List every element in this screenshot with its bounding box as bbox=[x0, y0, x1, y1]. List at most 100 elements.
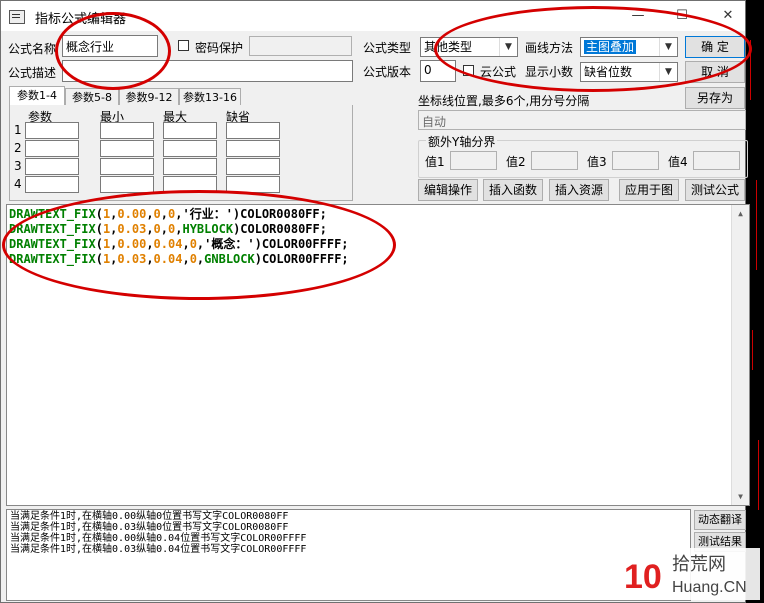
formula-editor-window: 指标公式编辑器 — ☐ ✕ 公式名称 概念行业 密码保护 公式类型 其他类型 ▼… bbox=[0, 0, 750, 603]
code-text-token: ( bbox=[95, 207, 103, 221]
code-function-token: HYBLOCK bbox=[182, 222, 234, 236]
watermark-text-en: Huang.CN bbox=[672, 579, 747, 596]
param-min-cell[interactable] bbox=[100, 176, 154, 193]
draw-method-select[interactable]: 主图叠加 ▼ bbox=[580, 37, 678, 57]
dynamic-translate-button[interactable]: 动态翻译 bbox=[694, 510, 746, 530]
code-text-token: )COLOR00FFFF; bbox=[254, 252, 349, 266]
output-line: 当满足条件1时,在横轴0.00纵轴0位置书写文字COLOR0080FF bbox=[10, 511, 289, 522]
ok-button[interactable]: 确 定 bbox=[685, 36, 745, 58]
chevron-down-icon: ▼ bbox=[499, 38, 517, 56]
formula-type-value: 其他类型 bbox=[424, 40, 473, 54]
apply-to-chart-button[interactable]: 应用于图 bbox=[619, 179, 679, 201]
code-function-token: DRAWTEXT_FIX bbox=[9, 252, 96, 266]
param-row-label: 3 bbox=[14, 159, 22, 173]
chevron-down-icon: ▼ bbox=[659, 63, 677, 81]
code-text-token: ,'概念：')COLOR00FFFF; bbox=[196, 237, 349, 251]
code-line: DRAWTEXT_FIX(1,0.03,0,0,HYBLOCK)COLOR008… bbox=[9, 222, 747, 237]
code-number-token: 0.04 bbox=[153, 252, 183, 266]
param-max-cell[interactable] bbox=[163, 140, 217, 157]
translation-output: 当满足条件1时,在横轴0.00纵轴0位置书写文字COLOR0080FF 当满足条… bbox=[6, 509, 691, 601]
param-row-label: 2 bbox=[14, 141, 22, 155]
code-text-token: , bbox=[182, 237, 190, 251]
draw-method-value: 主图叠加 bbox=[584, 40, 637, 54]
code-text-token: , bbox=[146, 207, 154, 221]
scroll-down-icon[interactable]: ▼ bbox=[732, 488, 749, 505]
y-value-1-input[interactable] bbox=[450, 151, 497, 170]
formula-type-select[interactable]: 其他类型 ▼ bbox=[420, 37, 518, 57]
code-number-token: 0.04 bbox=[153, 237, 183, 251]
app-icon bbox=[9, 10, 25, 24]
tab-params-5-8[interactable]: 参数5-8 bbox=[65, 88, 119, 106]
param-default-cell[interactable] bbox=[226, 176, 280, 193]
code-text-token: ( bbox=[95, 237, 103, 251]
window-title: 指标公式编辑器 bbox=[35, 12, 127, 27]
chevron-down-icon: ▼ bbox=[659, 38, 677, 56]
param-row-label: 1 bbox=[14, 123, 22, 137]
formula-version-label: 公式版本 bbox=[363, 65, 412, 79]
output-line: 当满足条件1时,在横轴0.03纵轴0.04位置书写文字COLOR00FFFF bbox=[10, 544, 307, 555]
param-name-cell[interactable] bbox=[25, 122, 79, 139]
param-name-cell[interactable] bbox=[25, 158, 79, 175]
param-name-cell[interactable] bbox=[25, 140, 79, 157]
decimal-select[interactable]: 缺省位数 ▼ bbox=[580, 62, 678, 82]
code-function-token: GNBLOCK bbox=[204, 252, 255, 266]
insert-function-button[interactable]: 插入函数 bbox=[483, 179, 543, 201]
cloud-formula-checkbox[interactable] bbox=[463, 65, 474, 76]
code-number-token: 0.03 bbox=[117, 222, 147, 236]
tab-params-9-12[interactable]: 参数9-12 bbox=[119, 88, 179, 106]
param-default-cell[interactable] bbox=[226, 140, 280, 157]
param-name-cell[interactable] bbox=[25, 176, 79, 193]
insert-resource-button[interactable]: 插入资源 bbox=[549, 179, 609, 201]
param-min-cell[interactable] bbox=[100, 140, 154, 157]
code-number-token: 0 bbox=[189, 252, 197, 266]
code-line: DRAWTEXT_FIX(1,0.03,0.04,0,GNBLOCK)COLOR… bbox=[9, 252, 747, 267]
test-formula-button[interactable]: 测试公式 bbox=[685, 179, 745, 201]
param-max-cell[interactable] bbox=[163, 176, 217, 193]
code-editor[interactable]: DRAWTEXT_FIX(1,0.00,0,0,'行业：')COLOR0080F… bbox=[6, 204, 750, 506]
maximize-button[interactable]: ☐ bbox=[667, 4, 697, 28]
close-button[interactable]: ✕ bbox=[713, 4, 743, 28]
y-value-3-label: 值3 bbox=[587, 155, 607, 169]
code-number-token: 0.00 bbox=[117, 237, 147, 251]
param-min-cell[interactable] bbox=[100, 122, 154, 139]
tab-params-13-16[interactable]: 参数13-16 bbox=[179, 88, 241, 106]
formula-name-input[interactable]: 概念行业 bbox=[62, 35, 158, 57]
watermark-number: 10 bbox=[624, 558, 662, 596]
code-function-token: DRAWTEXT_FIX bbox=[9, 222, 96, 236]
minimize-button[interactable]: — bbox=[623, 4, 653, 28]
tab-params-1-4[interactable]: 参数1-4 bbox=[9, 86, 65, 106]
param-min-cell[interactable] bbox=[100, 158, 154, 175]
code-lines: DRAWTEXT_FIX(1,0.00,0,0,'行业：')COLOR0080F… bbox=[9, 207, 747, 267]
params-panel: 参数 最小 最大 缺省 1 2 3 4 bbox=[9, 105, 353, 201]
y-value-2-input[interactable] bbox=[531, 151, 578, 170]
code-line: DRAWTEXT_FIX(1,0.00,0,0,'行业：')COLOR0080F… bbox=[9, 207, 747, 222]
password-label: 密码保护 bbox=[195, 41, 244, 55]
edit-operation-button[interactable]: 编辑操作 bbox=[418, 179, 478, 201]
param-default-cell[interactable] bbox=[226, 122, 280, 139]
formula-desc-label: 公式描述 bbox=[8, 66, 57, 80]
y-value-1-label: 值1 bbox=[425, 155, 445, 169]
code-scrollbar[interactable]: ▲ ▼ bbox=[731, 205, 749, 505]
param-default-cell[interactable] bbox=[226, 158, 280, 175]
draw-method-label: 画线方法 bbox=[525, 41, 574, 55]
watermark-logo: 10 拾荒网 Huang.CN bbox=[620, 548, 760, 600]
formula-version-input[interactable]: 0 bbox=[420, 60, 456, 82]
title-bar: 指标公式编辑器 — ☐ ✕ bbox=[1, 1, 745, 31]
code-number-token: 0.03 bbox=[117, 252, 147, 266]
y-value-4-input[interactable] bbox=[693, 151, 740, 170]
save-as-button[interactable]: 另存为 bbox=[685, 87, 745, 109]
cancel-button[interactable]: 取 消 bbox=[685, 61, 745, 83]
param-max-cell[interactable] bbox=[163, 158, 217, 175]
formula-desc-input[interactable] bbox=[62, 60, 353, 82]
password-checkbox[interactable] bbox=[178, 40, 189, 51]
y-value-4-label: 值4 bbox=[668, 155, 688, 169]
code-text-token: ,'行业：')COLOR0080FF; bbox=[175, 207, 327, 221]
decimal-value: 缺省位数 bbox=[584, 65, 633, 79]
password-input[interactable] bbox=[249, 36, 352, 56]
code-line: DRAWTEXT_FIX(1,0.00,0.04,0,'概念：')COLOR00… bbox=[9, 237, 747, 252]
axis-position-input[interactable]: 自动 bbox=[418, 110, 746, 130]
scroll-up-icon[interactable]: ▲ bbox=[732, 205, 749, 222]
y-value-3-input[interactable] bbox=[612, 151, 659, 170]
param-max-cell[interactable] bbox=[163, 122, 217, 139]
code-text-token: , bbox=[146, 222, 154, 236]
